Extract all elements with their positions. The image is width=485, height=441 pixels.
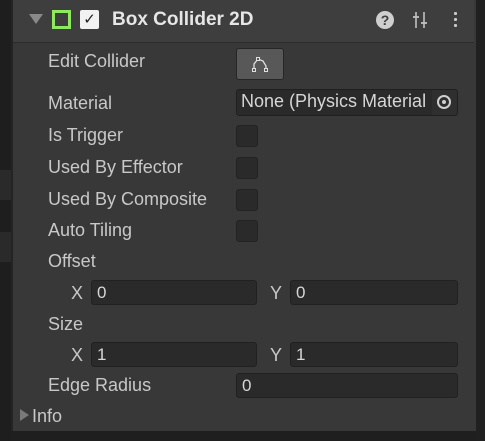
collider-2d-icon (52, 10, 71, 29)
offset-x-field[interactable]: 0 (91, 280, 257, 305)
edit-collider-label: Edit Collider (48, 51, 146, 71)
used-by-composite-label: Used By Composite (48, 189, 208, 209)
gutter-notch (0, 170, 11, 200)
size-y-field[interactable]: 1 (290, 342, 458, 367)
bottom-gutter (11, 431, 476, 441)
component-enabled-checkbox[interactable]: ✓ (80, 10, 99, 29)
is-trigger-label: Is Trigger (48, 125, 124, 145)
used-by-composite-checkbox[interactable] (236, 189, 258, 211)
size-label: Size (48, 314, 84, 334)
used-by-effector-checkbox[interactable] (236, 157, 258, 179)
object-picker-icon[interactable] (432, 90, 457, 115)
left-gutter (0, 0, 11, 441)
offset-label: Offset (48, 251, 96, 271)
auto-tiling-label: Auto Tiling (48, 220, 133, 240)
component-title: Box Collider 2D (112, 9, 254, 30)
edge-radius-field[interactable]: 0 (236, 373, 458, 398)
auto-tiling-checkbox[interactable] (236, 220, 258, 242)
info-foldout-label[interactable]: Info (32, 406, 62, 427)
size-x-label: X (71, 345, 84, 365)
edit-collider-icon (252, 57, 268, 72)
is-trigger-checkbox[interactable] (236, 125, 258, 147)
offset-y-field[interactable]: 0 (290, 280, 458, 305)
offset-x-label: X (71, 283, 84, 303)
material-object-field[interactable]: None (Physics Material 2D) (236, 89, 458, 116)
gutter-notch (0, 232, 11, 262)
used-by-effector-label: Used By Effector (48, 157, 183, 177)
size-y-label: Y (270, 345, 283, 365)
edit-collider-button[interactable] (236, 48, 284, 80)
info-foldout-arrow-icon[interactable] (20, 409, 29, 421)
offset-y-label: Y (270, 283, 283, 303)
foldout-arrow-icon[interactable] (29, 14, 43, 24)
material-value: None (Physics Material 2D) (241, 91, 433, 111)
component-header[interactable]: ✓ Box Collider 2D ? (13, 0, 474, 43)
edge-radius-label: Edge Radius (48, 375, 152, 395)
preset-icon[interactable] (412, 10, 428, 30)
context-menu-icon[interactable] (452, 10, 458, 30)
scrollbar-track[interactable] (476, 0, 485, 441)
help-icon[interactable]: ? (376, 11, 394, 29)
size-x-field[interactable]: 1 (91, 342, 257, 367)
material-label: Material (48, 93, 113, 113)
